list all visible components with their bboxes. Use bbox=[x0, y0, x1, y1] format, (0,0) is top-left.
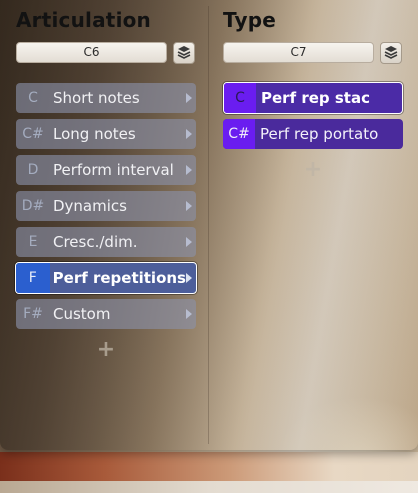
chevron-right-icon[interactable] bbox=[186, 93, 192, 103]
articulation-label: Custom bbox=[53, 305, 111, 323]
type-key-field[interactable]: C7 bbox=[223, 42, 374, 63]
articulation-item-custom[interactable]: F# Custom bbox=[16, 299, 196, 329]
articulation-label: Cresc./dim. bbox=[53, 233, 138, 251]
key-label: F bbox=[16, 263, 50, 293]
articulation-label: Perf repetitions bbox=[52, 269, 186, 287]
key-label: D bbox=[27, 162, 39, 178]
articulation-title: Articulation bbox=[16, 8, 151, 32]
layers-icon bbox=[384, 44, 398, 63]
articulation-label: Perform interval bbox=[53, 161, 174, 179]
chevron-right-icon[interactable] bbox=[186, 129, 192, 139]
articulation-item-perform-interval[interactable]: D Perform interval bbox=[16, 155, 196, 185]
add-type-button[interactable]: + bbox=[303, 159, 323, 181]
type-item-perf-rep-stac[interactable]: C Perf rep stac bbox=[223, 82, 403, 114]
articulation-item-long-notes[interactable]: C# Long notes bbox=[16, 119, 196, 149]
chevron-right-icon[interactable] bbox=[186, 237, 192, 247]
chevron-right-icon[interactable] bbox=[186, 201, 192, 211]
chevron-right-icon[interactable] bbox=[186, 273, 192, 283]
articulation-item-perf-repetitions[interactable]: F Perf repetitions bbox=[15, 262, 197, 294]
articulation-item-cresc-dim[interactable]: E Cresc./dim. bbox=[16, 227, 196, 257]
articulation-item-dynamics[interactable]: D# Dynamics bbox=[16, 191, 196, 221]
key-label: C# bbox=[223, 119, 255, 149]
articulation-item-short-notes[interactable]: C Short notes bbox=[16, 83, 196, 113]
articulation-layers-button[interactable] bbox=[173, 42, 195, 64]
type-layers-button[interactable] bbox=[380, 42, 402, 64]
articulation-label: Long notes bbox=[53, 125, 136, 143]
articulation-panel: Articulation C6 C Short notes C# Long no… bbox=[0, 0, 418, 450]
chevron-right-icon[interactable] bbox=[186, 309, 192, 319]
add-articulation-button[interactable]: + bbox=[96, 339, 116, 361]
type-title: Type bbox=[223, 8, 276, 32]
key-label: C bbox=[28, 90, 38, 106]
background-strip bbox=[0, 452, 418, 493]
key-label: F# bbox=[23, 306, 43, 322]
chevron-right-icon[interactable] bbox=[186, 165, 192, 175]
articulation-key-field[interactable]: C6 bbox=[16, 42, 167, 63]
articulation-label: Dynamics bbox=[53, 197, 127, 215]
type-item-perf-rep-portato[interactable]: C# Perf rep portato bbox=[223, 119, 403, 149]
type-label: Perf rep portato bbox=[260, 125, 379, 143]
column-divider bbox=[208, 6, 209, 444]
articulation-label: Short notes bbox=[53, 89, 140, 107]
layers-icon bbox=[177, 44, 191, 63]
key-label: D# bbox=[21, 198, 45, 214]
key-label: C bbox=[224, 83, 256, 113]
key-label: E bbox=[28, 234, 38, 250]
type-label: Perf rep stac bbox=[261, 89, 370, 107]
key-label: C# bbox=[22, 126, 44, 142]
